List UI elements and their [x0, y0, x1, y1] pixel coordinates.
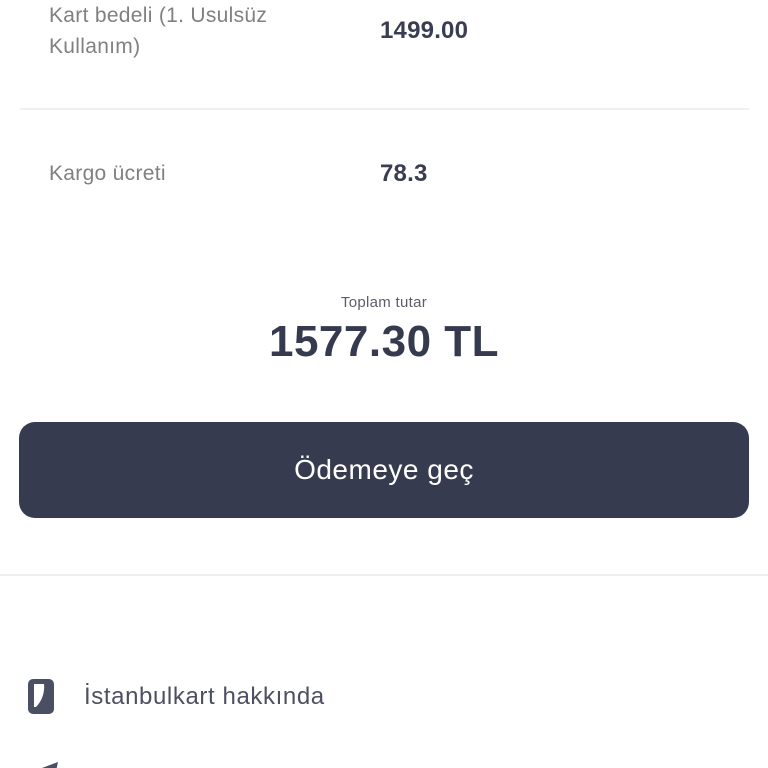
cargo-fee-value: 78.3	[380, 160, 428, 187]
cargo-fee-row: Kargo ücreti 78.3	[0, 158, 768, 192]
row-divider	[20, 108, 749, 110]
cargo-fee-label: Kargo ücreti	[49, 162, 166, 185]
menu-item-label: İstanbulkart hakkında	[84, 683, 325, 710]
card-fee-label: Kart bedeli (1. Usulsüz Kullanım)	[49, 4, 268, 58]
section-divider	[0, 574, 768, 576]
total-amount-label: Toplam tutar	[340, 294, 428, 311]
istanbulkart-card-icon	[28, 679, 54, 714]
total-amount-value: 1577.30 TL	[268, 317, 500, 366]
card-fee-row: Kart bedeli (1. Usulsüz Kullanım) 1499.0…	[0, 0, 768, 110]
payment-summary-screen: Kart bedeli (1. Usulsüz Kullanım) 1499.0…	[0, 0, 768, 768]
menu-item-partial[interactable]	[0, 752, 768, 768]
send-icon	[42, 762, 58, 768]
menu-item-about-istanbulkart[interactable]: İstanbulkart hakkında	[0, 672, 768, 722]
proceed-to-payment-button[interactable]: Ödemeye geç	[19, 422, 749, 518]
card-fee-value: 1499.00	[380, 17, 469, 44]
